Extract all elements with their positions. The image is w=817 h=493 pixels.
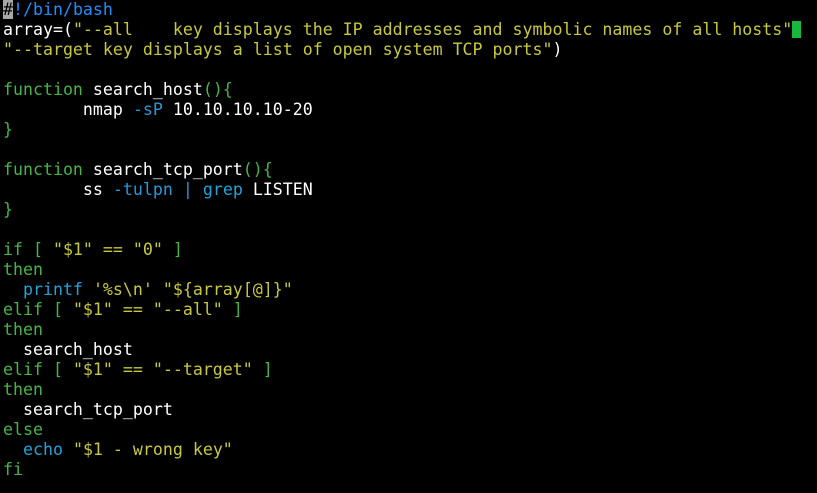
code-line[interactable]: then — [0, 320, 817, 340]
text-cursor — [792, 21, 802, 38]
code-line[interactable]: } — [0, 200, 817, 220]
code-token: } — [3, 200, 13, 219]
code-token: fi — [3, 460, 23, 479]
code-token: "--all key displays the IP addresses and… — [72, 20, 793, 39]
code-line[interactable]: function search_tcp_port(){ — [0, 160, 817, 180]
code-token: !/bin/bash — [13, 0, 113, 19]
code-token: search_tcp_port — [3, 400, 173, 419]
code-token: ] — [222, 300, 243, 319]
code-line[interactable]: else — [0, 420, 817, 440]
code-token: search_host — [3, 340, 133, 359]
code-line[interactable]: nmap -sP 10.10.10.10-20 — [0, 100, 817, 120]
code-line[interactable]: then — [0, 380, 817, 400]
code-token: then — [3, 380, 43, 399]
code-line[interactable] — [0, 140, 817, 160]
code-line[interactable]: echo "$1 - wrong key" — [0, 440, 817, 460]
code-token: grep — [202, 180, 243, 199]
code-line[interactable] — [0, 220, 817, 240]
code-token: -sP — [132, 100, 163, 119]
code-line[interactable]: ss -tulpn | grep LISTEN — [0, 180, 817, 200]
code-token: elif [ — [3, 360, 73, 379]
code-token: printf — [22, 280, 83, 299]
code-token: array=( — [3, 20, 73, 39]
code-token: } — [3, 120, 13, 139]
code-line[interactable] — [0, 60, 817, 80]
code-line[interactable]: "--target key displays a list of open sy… — [0, 40, 817, 60]
code-token: "$1" == "--target" — [72, 360, 253, 379]
code-token: then — [3, 320, 43, 339]
code-token: "$1" == "0" — [52, 240, 163, 259]
code-token: ) — [552, 40, 563, 59]
code-token: # — [3, 0, 13, 19]
code-line[interactable]: elif [ "$1" == "--all" ] — [0, 300, 817, 320]
code-token: then — [3, 260, 43, 279]
code-line[interactable]: fi — [0, 460, 817, 480]
code-token: 10.10.10.10-20 — [162, 100, 313, 119]
code-token: LISTEN — [242, 180, 313, 199]
code-token: if [ — [3, 240, 53, 259]
code-line[interactable]: printf '%s\n' "${array[@]}" — [0, 280, 817, 300]
code-token: -tulpn — [112, 180, 173, 199]
code-line[interactable]: search_tcp_port — [0, 400, 817, 420]
code-token: "$1 - wrong key" — [72, 440, 233, 459]
code-token: (){ — [242, 160, 273, 179]
code-token: elif [ — [3, 300, 73, 319]
code-token: nmap — [3, 100, 133, 119]
code-line[interactable]: if [ "$1" == "0" ] — [0, 240, 817, 260]
code-line[interactable]: then — [0, 260, 817, 280]
terminal-editor[interactable]: #!/bin/bash array=("--all key displays th… — [0, 0, 817, 493]
code-line[interactable]: function search_host(){ — [0, 80, 817, 100]
code-token: echo — [22, 440, 63, 459]
code-token: ] — [162, 240, 183, 259]
code-line[interactable]: elif [ "$1" == "--target" ] — [0, 360, 817, 380]
code-token: else — [3, 420, 43, 439]
code-line[interactable]: } — [0, 120, 817, 140]
code-line[interactable]: array=("--all key displays the IP addres… — [0, 20, 817, 40]
code-token: (){ — [202, 80, 233, 99]
code-token: '%s\n' "${array[@]}" — [92, 280, 293, 299]
code-token: function — [3, 160, 83, 179]
code-token: "$1" == "--all" — [72, 300, 223, 319]
code-token: "--target key displays a list of open sy… — [3, 40, 553, 59]
code-line[interactable]: #!/bin/bash — [0, 0, 817, 20]
code-token: search_host — [82, 80, 203, 99]
code-token: | — [182, 180, 193, 199]
code-token: ss — [3, 180, 113, 199]
code-token: search_tcp_port — [82, 160, 243, 179]
code-token: ] — [252, 360, 273, 379]
code-line[interactable]: search_host — [0, 340, 817, 360]
code-token: function — [3, 80, 83, 99]
